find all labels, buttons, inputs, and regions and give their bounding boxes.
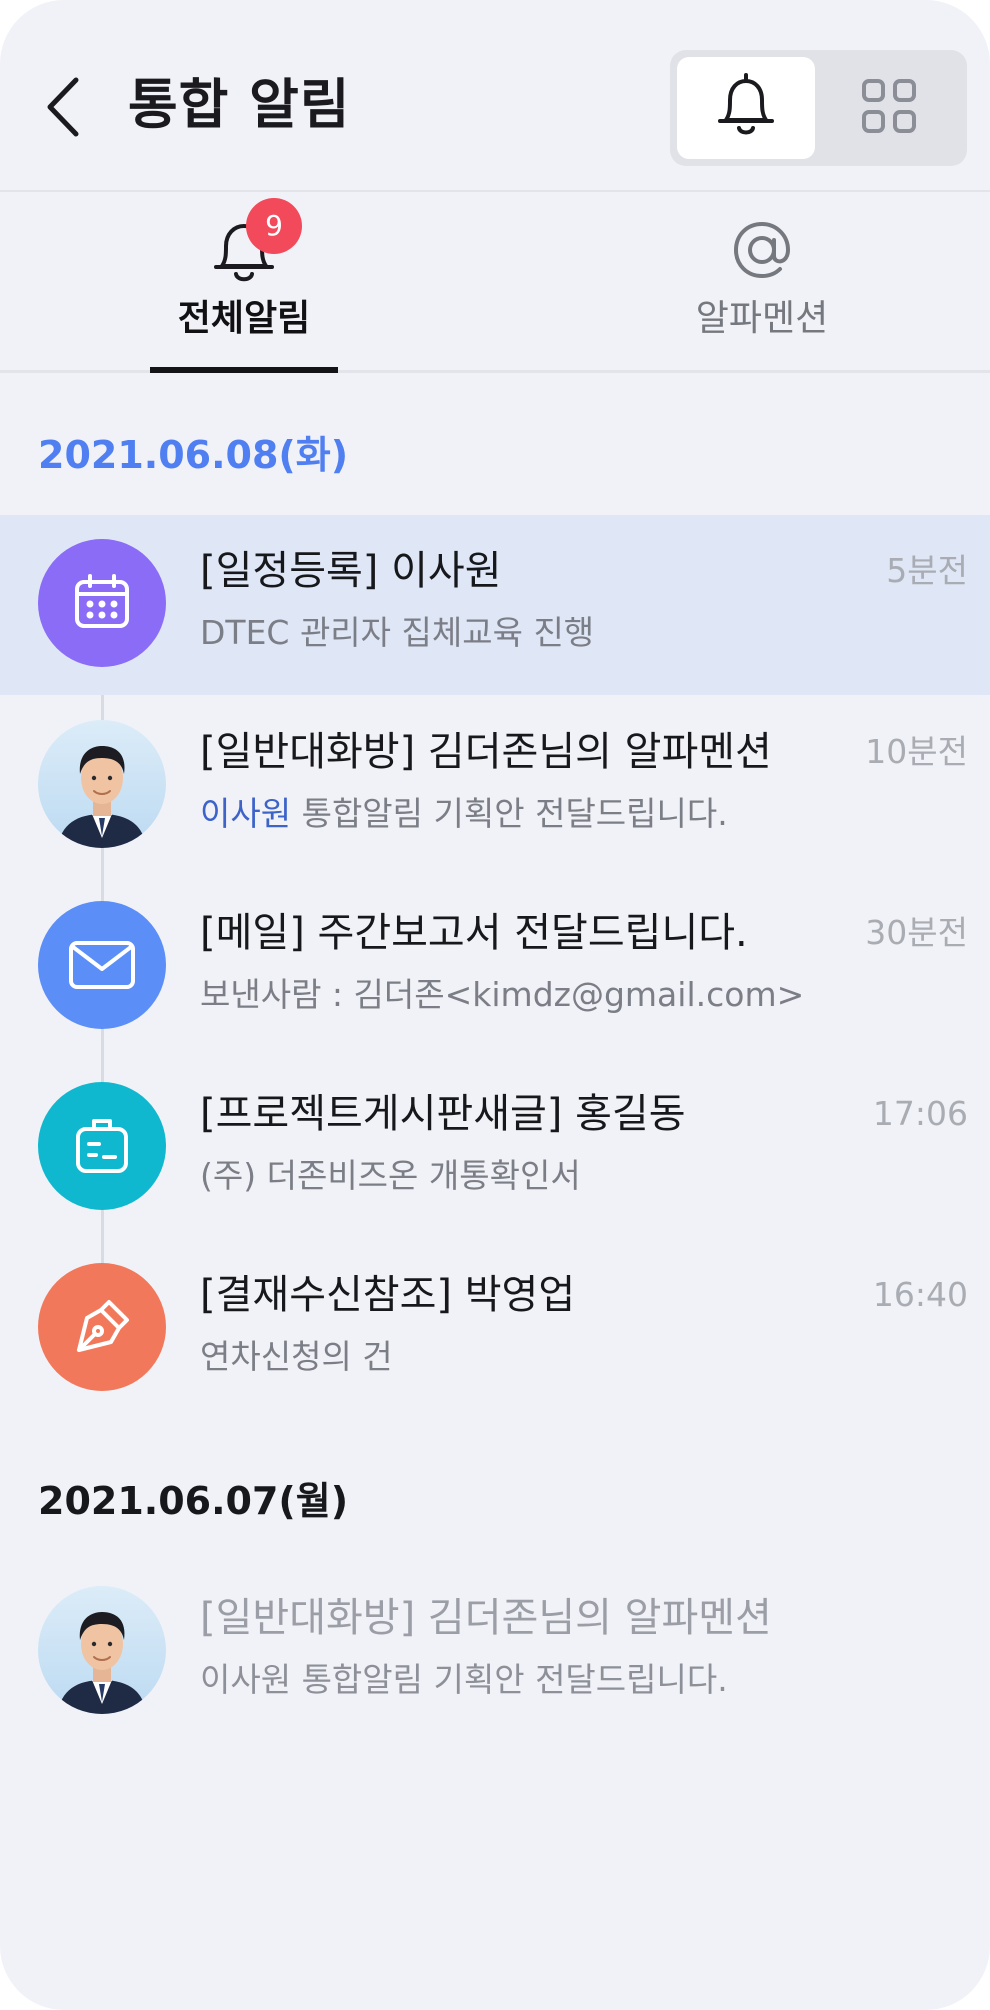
mention-user[interactable]: 이사원	[200, 794, 291, 833]
notification-item[interactable]: [일정등록] 이사원 DTEC 관리자 집체교육 진행 5분전	[0, 515, 990, 695]
calendar-icon	[38, 539, 166, 667]
date-header: 2021.06.07(월)	[38, 1479, 349, 1523]
notification-item[interactable]: [결재수신참조] 박영업 연차신청의 건 16:40	[0, 1239, 990, 1419]
notification-subtitle: (주) 더존비즈온 개통확인서	[200, 1156, 581, 1195]
avatar	[38, 720, 166, 848]
notification-time: 16:40	[872, 1275, 968, 1314]
notification-subtitle: 연차신청의 건	[200, 1337, 393, 1376]
notification-tabs: 9 전체알림 알파멘션	[0, 192, 990, 373]
grid-view-button[interactable]	[820, 57, 958, 159]
avatar	[38, 1586, 166, 1714]
notification-title: [결재수신참조] 박영업	[200, 1272, 576, 1318]
page-title: 통합 알림	[128, 73, 351, 136]
notification-title: [메일] 주간보고서 전달드립니다.	[200, 910, 748, 956]
notification-subtitle: 이사원 통합알림 기획안 전달드립니다.	[200, 1660, 728, 1699]
tab-label: 전체알림	[177, 298, 311, 339]
notification-item[interactable]: [메일] 주간보고서 전달드립니다. 보낸사람 : 김더존<kimdz@gmai…	[0, 877, 990, 1057]
notification-title: [일반대화방] 김더존님의 알파멘션	[200, 729, 772, 775]
notification-title: [일정등록] 이사원	[200, 548, 502, 594]
tab-all-notifications[interactable]: 9 전체알림	[150, 192, 338, 373]
notification-time: 30분전	[865, 913, 968, 952]
notification-subtitle: DTEC 관리자 집체교육 진행	[200, 613, 595, 652]
notification-time: 5분전	[886, 551, 968, 590]
pen-icon	[38, 1263, 166, 1391]
tab-label: 알파멘션	[695, 298, 829, 339]
notification-time: 10분전	[865, 732, 968, 771]
notification-title: [프로젝트게시판새글] 홍길동	[200, 1091, 686, 1137]
date-header: 2021.06.08(화)	[38, 433, 349, 477]
notification-subtitle: 보낸사람 : 김더존<kimdz@gmail.com>	[200, 975, 805, 1014]
bell-view-button[interactable]	[677, 57, 815, 159]
mail-icon	[38, 901, 166, 1029]
unread-badge: 9	[246, 198, 302, 254]
board-icon	[38, 1082, 166, 1210]
tab-alpha-mention[interactable]: 알파멘션	[662, 192, 862, 370]
notification-item[interactable]: [일반대화방] 김더존님의 알파멘션 이사원 통합알림 기획안 전달드립니다. …	[0, 696, 990, 876]
notification-subtitle: 이사원 통합알림 기획안 전달드립니다.	[200, 790, 860, 838]
grid-icon	[861, 78, 917, 138]
notification-item[interactable]: [프로젝트게시판새글] 홍길동 (주) 더존비즈온 개통확인서 17:06	[0, 1058, 990, 1238]
view-toggle	[670, 50, 967, 166]
notification-title: [일반대화방] 김더존님의 알파멘션	[200, 1595, 772, 1641]
active-tab-indicator	[150, 367, 338, 373]
bell-icon	[714, 72, 778, 144]
chevron-left-icon[interactable]	[40, 72, 90, 142]
message-text: 통합알림 기획안 전달드립니다.	[291, 794, 728, 833]
notification-item[interactable]: [일반대화방] 김더존님의 알파멘션 이사원 통합알림 기획안 전달드립니다.	[0, 1562, 990, 1742]
header: 통합 알림	[0, 0, 990, 192]
notification-time: 17:06	[872, 1094, 968, 1133]
app-screen: 통합 알림 9 전체알림 알파멘션 2021.06.08(화) [일정등록] 이…	[0, 0, 990, 2010]
at-icon	[726, 214, 798, 286]
